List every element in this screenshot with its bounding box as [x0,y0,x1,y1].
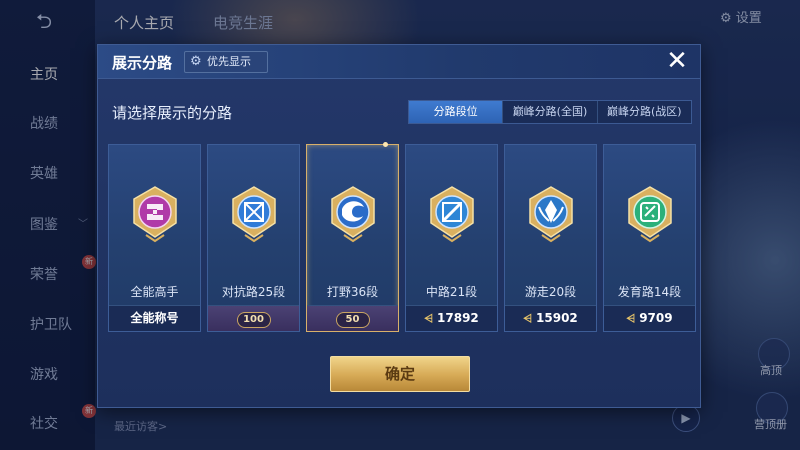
rank-plate-badge: 50 [335,312,370,328]
lane-card-name: 对抗路25段 [221,285,286,299]
score-icon: ⩤ [626,312,636,325]
lane-card-name: 打野36段 [326,285,379,299]
lane-card-footer-text: 全能称号 [130,311,179,325]
tab-peak-lane-national[interactable]: 巅峰分路(全国) [503,101,598,123]
dialog-header: 展示分路 ⚙ 优先显示 ✕ [98,45,700,79]
gear-icon: ⚙ [190,54,202,69]
lane-card-jungle[interactable]: 打野36段 50 [306,142,399,332]
rank-plate-badge: 100 [236,312,271,328]
lane-card-name: 全能高手 [130,285,179,299]
tab-peak-lane-region[interactable]: 巅峰分路(战区) [598,101,691,123]
confirm-button[interactable]: 确定 [330,356,470,392]
lane-display-dialog: 展示分路 ⚙ 优先显示 ✕ 请选择展示的分路 分路段位 巅峰分路(全国) 巅峰分… [97,44,701,408]
lane-score: 15902 [536,311,578,325]
lane-type-tabs: 分路段位 巅峰分路(全国) 巅峰分路(战区) [408,100,692,124]
lane-score: 17892 [437,311,479,325]
score-icon: ⩤ [424,312,434,325]
lane-card-footer: 50 [307,305,398,331]
lane-card-footer: ⩤ 15902 [505,305,596,331]
score-icon: ⩤ [523,312,533,325]
lane-card-farm[interactable]: 发育路14段 ⩤ 9709 [603,144,696,332]
lane-score: 9709 [639,311,673,325]
close-icon[interactable]: ✕ [663,47,691,75]
lane-card-allround[interactable]: 全能高手 全能称号 [108,144,201,332]
lane-card-footer: 100 [208,305,299,331]
lane-card-mid[interactable]: 中路21段 ⩤ 17892 [405,144,498,332]
lane-card-name: 发育路14段 [617,285,682,299]
allround-badge-icon [133,186,177,243]
lane-card-clash[interactable]: 对抗路25段 100 [207,144,300,332]
lane-card-name: 中路21段 [425,285,478,299]
lane-card-roam[interactable]: 游走20段 ⩤ 15902 [504,144,597,332]
selected-indicator [383,142,388,147]
priority-display-label: 优先显示 [207,55,251,68]
lane-card-footer: ⩤ 17892 [406,305,497,331]
dialog-title: 展示分路 [112,54,173,72]
lane-card-footer: ⩤ 9709 [604,305,695,331]
tab-lane-rank[interactable]: 分路段位 [409,101,504,123]
dialog-subtitle: 请选择展示的分路 [112,104,233,122]
mid-lane-badge-icon [430,186,474,243]
jungle-badge-icon [331,186,375,243]
lane-card-name: 游走20段 [524,285,577,299]
clash-lane-badge-icon [232,186,276,243]
roam-badge-icon [529,186,573,243]
priority-display-button[interactable]: ⚙ 优先显示 [184,51,268,73]
lane-card-footer: 全能称号 [109,305,200,331]
farm-lane-badge-icon [628,186,672,243]
